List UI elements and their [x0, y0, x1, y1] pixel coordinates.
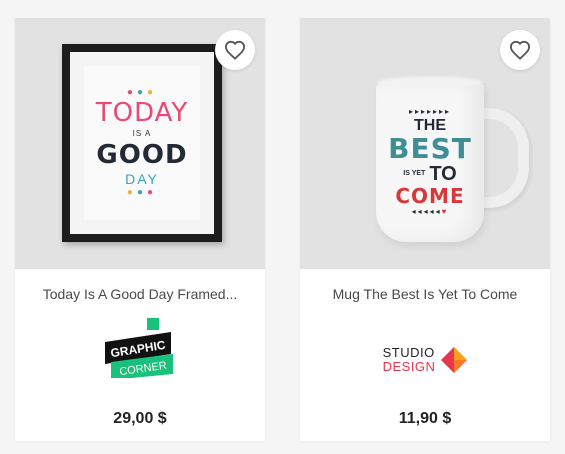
diamond-logo-icon [441, 347, 468, 373]
brand-logo-studio-design[interactable]: STUDIO DESIGN [300, 346, 550, 374]
product-title[interactable]: Mug The Best Is Yet To Come [310, 286, 540, 302]
mug-arrows-top: ▸▸▸▸▸▸▸ [408, 107, 452, 116]
poster-dots-bottom: ●●● [126, 187, 158, 198]
product-title[interactable]: Today Is A Good Day Framed... [25, 286, 255, 302]
product-price: 29,00 $ [113, 410, 167, 427]
product-price: 11,90 $ [398, 410, 452, 427]
poster-text-today: TODAY [95, 98, 189, 128]
brand-line1: STUDIO [382, 345, 435, 360]
heart-outline-icon [224, 40, 246, 60]
poster-text-is-a: IS A [132, 129, 152, 138]
heart-outline-icon [509, 40, 531, 60]
studio-design-logo: STUDIO DESIGN [383, 346, 468, 374]
mug-arrows-bottom: ◂◂◂◂◂♥ [411, 207, 449, 216]
mug-body: ▸▸▸▸▸▸▸ THE BEST IS YET TO COME ◂◂◂◂◂♥ [376, 82, 484, 242]
brand-line2: DESIGN [382, 359, 436, 374]
wishlist-button[interactable] [215, 30, 255, 70]
poster-text-good: GOOD [96, 140, 188, 170]
poster-artwork: ●●● TODAY IS A GOOD DAY ●●● [84, 66, 200, 220]
mug-text-row: IS YET TO [403, 163, 456, 185]
graphic-corner-logo: GRAPHIC CORNER [105, 318, 173, 378]
mug-text-is-yet: IS YET [403, 170, 426, 177]
poster-text-day: DAY [125, 171, 159, 187]
poster-frame: ●●● TODAY IS A GOOD DAY ●●● [62, 44, 222, 242]
product-card[interactable]: ●●● TODAY IS A GOOD DAY ●●● Today Is A G… [15, 18, 265, 441]
brand-logo-graphic-corner[interactable]: GRAPHIC CORNER [15, 318, 265, 378]
poster-dots: ●●● [126, 87, 158, 98]
mug-text-come: COME [395, 184, 465, 208]
mug-text-to: TO [429, 163, 457, 185]
mug-text-best: BEST [388, 132, 472, 165]
product-card[interactable]: ▸▸▸▸▸▸▸ THE BEST IS YET TO COME ◂◂◂◂◂♥ M… [300, 18, 550, 441]
wishlist-button[interactable] [500, 30, 540, 70]
poster-mat: ●●● TODAY IS A GOOD DAY ●●● [70, 52, 214, 234]
mug-rim [376, 74, 484, 88]
